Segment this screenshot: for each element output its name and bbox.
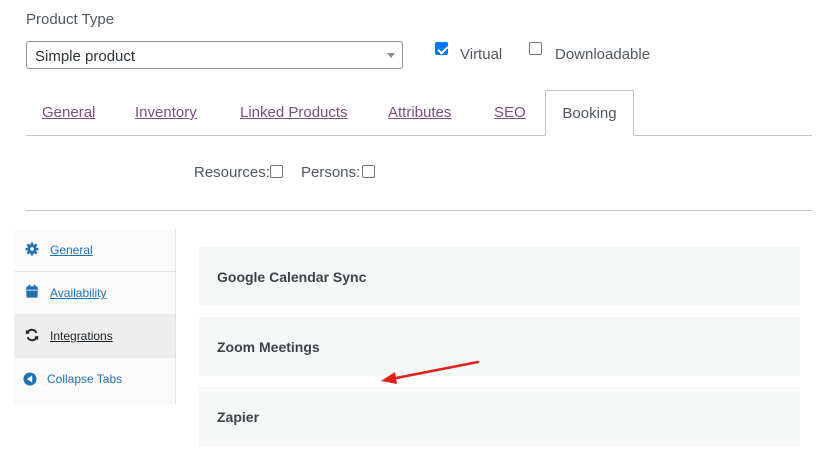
sidebar-item-label: General bbox=[50, 243, 93, 257]
persons-label: Persons: bbox=[301, 164, 361, 181]
sidebar-item-label: Availability bbox=[50, 286, 107, 300]
sidebar-item-availability[interactable]: Availability bbox=[14, 272, 175, 315]
product-type-selected-value: Simple product bbox=[35, 48, 136, 65]
sync-icon bbox=[25, 328, 39, 342]
chevron-down-icon bbox=[387, 53, 395, 58]
tab-booking[interactable]: Booking bbox=[545, 90, 634, 136]
section-divider bbox=[26, 210, 812, 211]
integration-title: Google Calendar Sync bbox=[217, 269, 367, 285]
integration-panel-zoom-meetings[interactable]: Zoom Meetings bbox=[199, 317, 800, 376]
sidebar-item-label: Collapse Tabs bbox=[47, 372, 123, 386]
integration-title: Zapier bbox=[217, 409, 260, 425]
downloadable-checkbox[interactable] bbox=[529, 42, 542, 55]
tab-attributes[interactable]: Attributes bbox=[388, 104, 451, 121]
virtual-checkbox[interactable] bbox=[435, 42, 448, 55]
calendar-icon bbox=[26, 284, 38, 298]
sidebar-item-general[interactable]: General bbox=[14, 229, 175, 272]
tab-inventory[interactable]: Inventory bbox=[135, 104, 197, 121]
tab-linked-products[interactable]: Linked Products bbox=[240, 104, 348, 121]
product-type-label: Product Type bbox=[26, 11, 115, 28]
sidebar-item-integrations[interactable]: Integrations bbox=[14, 315, 175, 358]
integration-panel-google-calendar-sync[interactable]: Google Calendar Sync bbox=[199, 247, 800, 306]
booking-sidebar: General Availability Integrations Collap… bbox=[14, 229, 176, 404]
tab-general[interactable]: General bbox=[42, 104, 95, 121]
tabs-divider bbox=[26, 135, 812, 136]
virtual-label: Virtual bbox=[460, 46, 503, 63]
sidebar-item-label: Integrations bbox=[50, 329, 113, 343]
persons-checkbox[interactable] bbox=[362, 165, 375, 178]
product-type-select[interactable]: Simple product bbox=[26, 41, 403, 69]
gear-icon bbox=[25, 242, 39, 256]
collapse-left-icon bbox=[23, 372, 37, 386]
tab-seo[interactable]: SEO bbox=[494, 104, 526, 121]
integration-panel-zapier[interactable]: Zapier bbox=[199, 387, 800, 446]
downloadable-label: Downloadable bbox=[555, 46, 651, 63]
resources-label: Resources: bbox=[194, 164, 270, 181]
resources-checkbox[interactable] bbox=[270, 165, 283, 178]
integration-title: Zoom Meetings bbox=[217, 339, 320, 355]
sidebar-item-collapse-tabs[interactable]: Collapse Tabs bbox=[14, 358, 175, 401]
annotation-arrow bbox=[381, 360, 480, 384]
